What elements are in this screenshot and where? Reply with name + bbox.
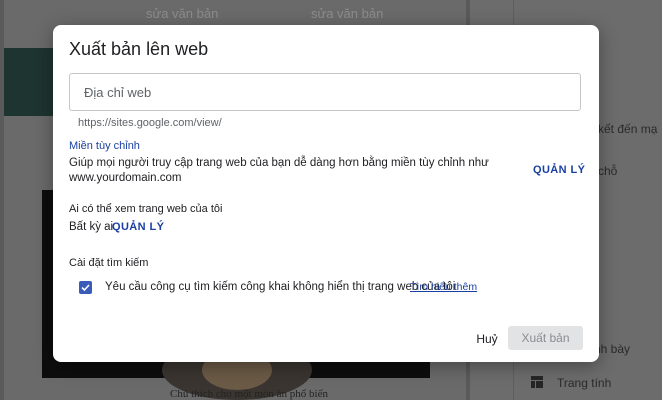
- sidebar-item-slides[interactable]: nh bày: [594, 342, 630, 356]
- publish-button[interactable]: Xuất bản: [508, 326, 583, 350]
- edit-text-label: sửa văn bản: [311, 6, 384, 21]
- sheets-icon: [531, 376, 543, 388]
- cancel-button[interactable]: Huỷ: [467, 327, 507, 351]
- sidebar-item-placeholder[interactable]: chỗ: [598, 164, 617, 178]
- custom-domain-title: Miền tùy chỉnh: [69, 140, 140, 152]
- web-address-input[interactable]: [69, 73, 581, 111]
- image-caption: Chú thích cho một món ăn phổ biến: [170, 388, 328, 400]
- viewers-value: Bất kỳ ai: [69, 221, 114, 233]
- checkmark-icon: [81, 284, 90, 292]
- viewers-label: Ai có thể xem trang web của tôi: [69, 203, 223, 215]
- dialog-title: Xuất bản lên web: [69, 39, 209, 59]
- learn-more-link[interactable]: Tìm hiểu thêm: [410, 281, 477, 293]
- search-settings-label: Cài đặt tìm kiếm: [69, 257, 149, 269]
- publish-dialog: Xuất bản lên web https://sites.google.co…: [53, 25, 599, 362]
- hide-from-search-label[interactable]: Yêu cầu công cụ tìm kiếm công khai không…: [105, 281, 455, 293]
- manage-domain-button[interactable]: QUẢN LÝ: [533, 164, 585, 176]
- manage-viewers-button[interactable]: QUẢN LÝ: [112, 221, 164, 233]
- url-prefix-hint: https://sites.google.com/view/: [78, 117, 222, 129]
- hide-from-search-checkbox[interactable]: [79, 281, 92, 294]
- edit-text-label: sửa văn bản: [146, 6, 219, 21]
- sidebar-item-sheets[interactable]: Trang tính: [557, 376, 611, 390]
- custom-domain-description: Giúp mọi người truy cập trang web của bạ…: [69, 157, 489, 184]
